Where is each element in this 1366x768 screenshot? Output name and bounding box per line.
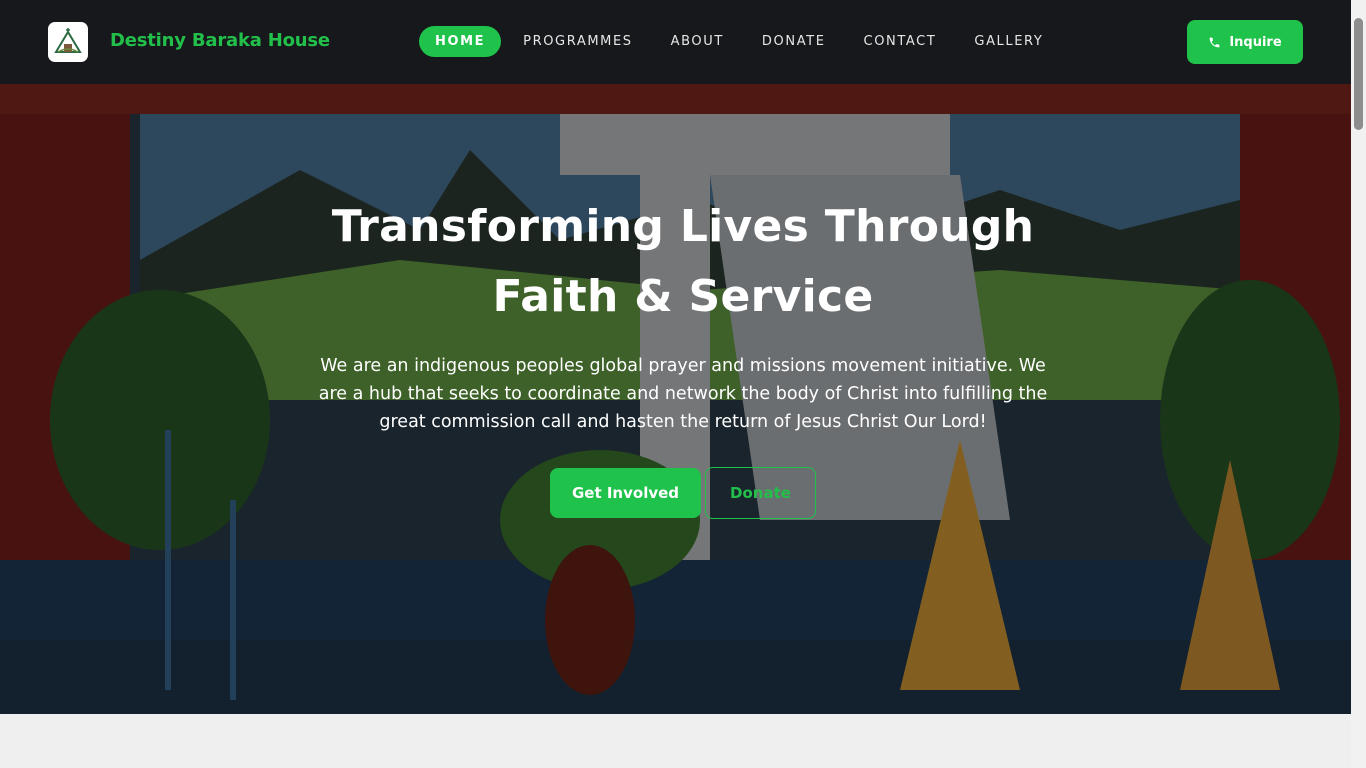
phone-icon [1209,37,1220,47]
brand-name[interactable]: Destiny Baraka House [110,30,330,51]
next-section [0,714,1351,768]
nav-item-donate[interactable]: DONATE [746,26,842,57]
hero-title: Transforming Lives Through Faith & Servi… [0,192,1366,332]
hero-description: We are an indigenous peoples global pray… [318,356,1048,432]
scrollbar-thumb[interactable] [1354,18,1363,130]
inquire-button[interactable]: Inquire [1187,20,1303,64]
page-scrollbar[interactable] [1351,0,1366,768]
nav-item-home[interactable]: HOME [419,26,502,57]
donate-button[interactable]: Donate [705,467,816,519]
nav-item-contact[interactable]: CONTACT [848,26,953,57]
hero-title-line2: Faith & Service [492,271,874,322]
main-nav: HOME PROGRAMMES ABOUT DONATE CONTACT GAL… [419,26,1065,57]
church-logo-icon [54,28,82,53]
hero-title-line1: Transforming Lives Through [331,201,1035,252]
brand-logo[interactable] [48,22,88,62]
inquire-label: Inquire [1229,34,1282,50]
top-navbar: Destiny Baraka House HOME PROGRAMMES ABO… [0,0,1351,84]
nav-item-about[interactable]: ABOUT [655,26,740,57]
get-involved-button[interactable]: Get Involved [550,468,701,518]
nav-item-programmes[interactable]: PROGRAMMES [507,26,648,57]
nav-item-gallery[interactable]: GALLERY [958,26,1059,57]
